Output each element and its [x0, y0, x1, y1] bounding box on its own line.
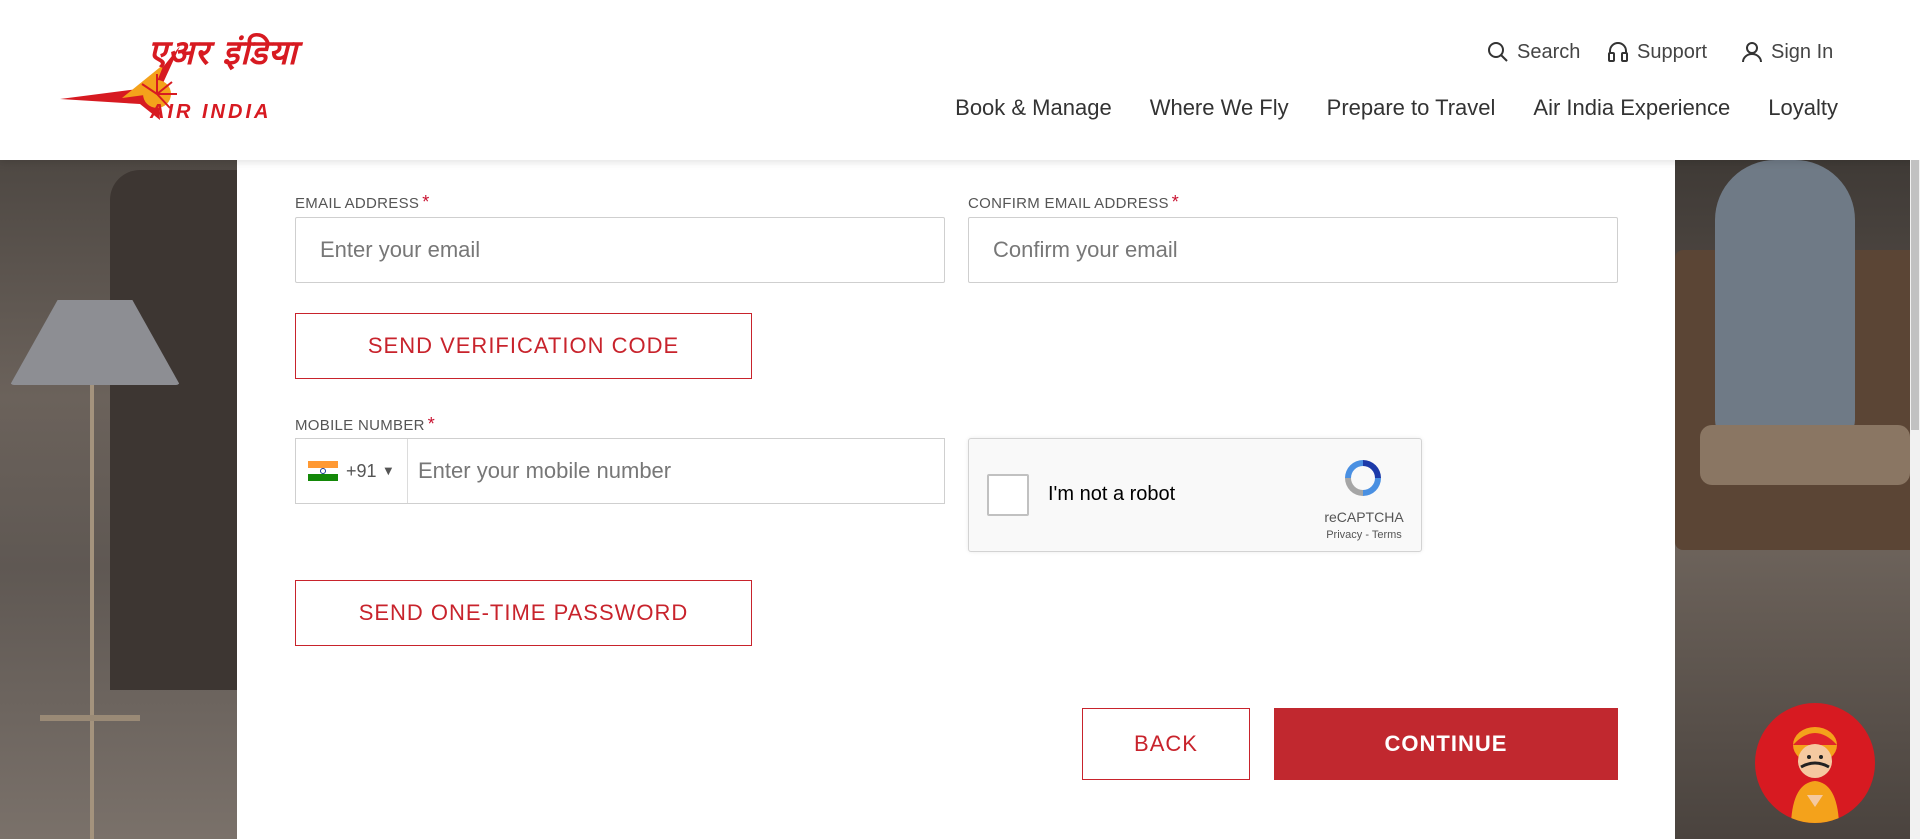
sign-in-label: Sign In — [1771, 40, 1834, 63]
site-header: एअर इंडिया AIR INDIA Search Support Sign… — [0, 0, 1920, 160]
required-marker: * — [427, 414, 436, 434]
mobile-number-field: +91 ▼ — [295, 438, 945, 504]
search-label: Search — [1517, 40, 1581, 63]
mobile-number-input[interactable] — [408, 439, 944, 503]
back-button[interactable]: BACK — [1082, 708, 1250, 780]
required-marker: * — [422, 192, 430, 212]
logo-text: AIR INDIA — [150, 101, 272, 123]
user-icon — [1742, 42, 1762, 63]
support-link[interactable]: Support — [1606, 40, 1707, 64]
logo-devanagari-text: एअर इंडिया — [148, 33, 298, 73]
mobile-label: MOBILE NUMBER * — [295, 414, 435, 435]
email-label: EMAIL ADDRESS * — [295, 192, 430, 213]
required-marker: * — [1171, 192, 1180, 212]
nav-item-prepare-to-travel[interactable]: Prepare to Travel — [1327, 95, 1496, 121]
search-link[interactable]: Search — [1486, 40, 1580, 64]
registration-form-panel: EMAIL ADDRESS* CONFIRM EMAIL ADDRESS* SE… — [237, 160, 1675, 839]
recaptcha-links: Privacy - Terms — [1319, 529, 1409, 541]
support-label: Support — [1637, 40, 1708, 63]
maharaja-mascot-icon — [1791, 727, 1839, 823]
background-person — [1715, 160, 1855, 440]
nav-item-air-india-experience[interactable]: Air India Experience — [1533, 95, 1730, 121]
recaptcha-links-separator: - — [1362, 529, 1372, 541]
recaptcha-terms-link[interactable]: Terms — [1372, 529, 1402, 541]
chat-assistant-button[interactable] — [1755, 703, 1875, 823]
confirm-email-label: CONFIRM EMAIL ADDRESS * — [968, 192, 1179, 213]
confirm-email-label-text: CONFIRM EMAIL ADDRESS — [968, 195, 1169, 212]
recaptcha-checkbox[interactable] — [987, 474, 1029, 516]
headset-icon — [1608, 42, 1628, 62]
background-chair — [110, 170, 237, 690]
send-otp-button[interactable]: SEND ONE-TIME PASSWORD — [295, 580, 752, 646]
page-scrollbar[interactable] — [1910, 160, 1920, 839]
confirm-email-input[interactable] — [968, 217, 1618, 283]
continue-button[interactable]: CONTINUE — [1274, 708, 1618, 780]
search-icon — [1488, 42, 1508, 62]
chevron-down-icon: ▼ — [384, 465, 393, 477]
nav-item-loyalty[interactable]: Loyalty — [1768, 95, 1838, 121]
background-lamp-pole — [90, 385, 94, 839]
background-lamp-base — [40, 715, 140, 721]
send-verification-code-button[interactable]: SEND VERIFICATION CODE — [295, 313, 752, 379]
country-code-value: +91 — [346, 460, 377, 481]
main-nav: Book & Manage Where We Fly Prepare to Tr… — [955, 95, 1838, 121]
recaptcha-brand: reCAPTCHA — [1324, 509, 1404, 525]
india-flag-icon — [308, 461, 338, 482]
scrollbar-thumb[interactable] — [1911, 160, 1919, 430]
nav-item-where-we-fly[interactable]: Where We Fly — [1150, 95, 1289, 121]
sign-in-link[interactable]: Sign In — [1740, 40, 1833, 64]
mobile-label-text: MOBILE NUMBER — [295, 417, 425, 434]
background-lounge-left — [0, 160, 237, 839]
email-input[interactable] — [295, 217, 945, 283]
recaptcha-widget: I'm not a robot reCAPTCHA Privacy - Term… — [968, 438, 1422, 552]
recaptcha-logo-icon — [1345, 460, 1381, 496]
email-label-text: EMAIL ADDRESS — [295, 195, 420, 212]
recaptcha-label: I'm not a robot — [1048, 483, 1176, 505]
country-code-select[interactable]: +91 ▼ — [296, 439, 408, 503]
recaptcha-privacy-link[interactable]: Privacy — [1326, 529, 1362, 541]
nav-item-book-manage[interactable]: Book & Manage — [955, 95, 1112, 121]
background-chair-arm — [1700, 425, 1910, 485]
